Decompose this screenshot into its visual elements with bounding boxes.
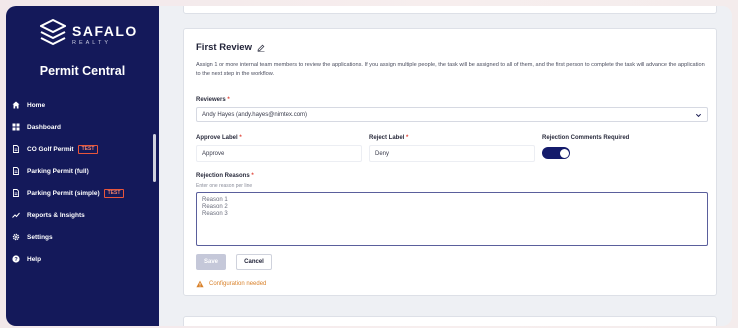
sidebar-item-parking-permit-simple[interactable]: Parking Permit (simple) TEST [12,182,152,204]
home-icon [12,101,20,109]
warning-text: Configuration needed [209,281,267,287]
chevron-down-icon [695,113,702,118]
dashboard-icon [12,123,20,131]
cancel-button[interactable]: Cancel [236,254,272,270]
app-title: Permit Central [39,64,126,78]
reviewers-select[interactable]: Andy Hayes (andy.hayes@nimtex.com) [196,107,708,122]
reject-label-value: Deny [375,150,390,157]
previous-step-card [183,6,717,14]
sidebar-nav: Home Dashboard CO Golf Permit TEST Parki… [12,94,152,270]
required-mark: * [227,97,230,103]
sidebar-item-label: Help [27,255,42,263]
sidebar-item-label: Parking Permit (simple) [27,189,100,197]
reject-label-label: Reject Label * [369,135,408,141]
reject-label-text: Reject Label [369,135,405,141]
toggle-knob [559,148,569,158]
first-review-card: First Review Assign 1 or more internal t… [183,28,717,296]
help-icon: ? [12,255,20,263]
rejection-reasons-hint: Enter one reason per line [196,183,253,189]
sidebar-item-label: Home [27,101,46,109]
logo: SAFALO REALTY [40,19,138,49]
approve-label-text: Approve Label [196,135,238,141]
pencil-icon[interactable] [257,44,265,52]
required-mark: * [251,173,254,179]
sidebar-item-settings[interactable]: Settings [12,226,152,248]
document-icon [12,189,20,197]
sidebar-scrollbar[interactable] [153,134,156,182]
sidebar-item-label: Parking Permit (full) [27,167,89,175]
main-content: First Review Assign 1 or more internal t… [159,6,732,326]
document-icon [12,167,20,175]
approve-label-label: Approve Label * [196,135,242,141]
sidebar-item-co-golf-permit[interactable]: CO Golf Permit TEST [12,138,152,160]
rejection-reasons-textarea[interactable]: Reason 1 Reason 2 Reason 3 [196,192,708,246]
card-description: Assign 1 or more internal team members t… [196,62,705,77]
test-badge: TEST [77,144,99,154]
gear-icon [12,233,20,241]
rejection-reasons-label-text: Rejection Reasons [196,173,250,179]
logo-mark-icon [40,19,66,46]
app-window: SAFALO REALTY Permit Central Home Dashbo… [6,6,732,326]
approve-label-value: Approve [202,150,225,157]
warning-icon [196,280,204,288]
document-icon [12,145,20,153]
sidebar-item-parking-permit-full[interactable]: Parking Permit (full) [12,160,152,182]
sidebar-item-home[interactable]: Home [12,94,152,116]
sidebar-item-label: Dashboard [27,123,61,131]
rejection-comments-toggle[interactable] [542,147,570,159]
next-step-card [183,316,717,326]
card-title-text: First Review [196,42,252,53]
sidebar-item-help[interactable]: ? Help [12,248,152,270]
required-mark: * [406,135,409,141]
sidebar-item-label: Reports & Insights [27,211,85,219]
reviewers-label: Reviewers * [196,97,230,103]
card-title: First Review [196,42,265,53]
rejection-reasons-label: Rejection Reasons * [196,173,254,179]
approve-label-input[interactable]: Approve [196,145,362,162]
reject-label-input[interactable]: Deny [369,145,535,162]
sidebar-item-label: CO Golf Permit [27,145,74,153]
test-badge: TEST [103,188,125,198]
brand-sub: REALTY [72,39,111,46]
required-mark: * [239,135,242,141]
configuration-warning: Configuration needed [196,280,266,288]
rejection-comments-label: Rejection Comments Required [542,135,630,141]
reviewers-label-text: Reviewers [196,97,226,103]
sidebar-item-label: Settings [27,233,53,241]
brand-name: SAFALO [72,22,138,39]
sidebar: SAFALO REALTY Permit Central Home Dashbo… [6,6,159,326]
sidebar-item-reports[interactable]: Reports & Insights [12,204,152,226]
save-button[interactable]: Save [196,254,226,270]
sidebar-item-dashboard[interactable]: Dashboard [12,116,152,138]
trend-icon [12,211,20,219]
reviewers-value: Andy Hayes (andy.hayes@nimtex.com) [202,111,308,118]
